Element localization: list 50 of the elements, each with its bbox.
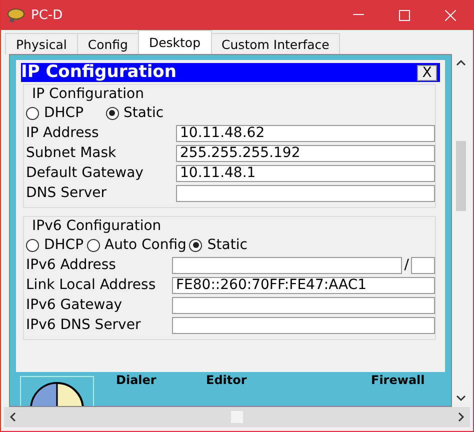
- field-label: Default Gateway: [26, 165, 144, 181]
- field-label: Link Local Address: [26, 277, 157, 293]
- chevron-down-icon[interactable]: [456, 393, 466, 403]
- radio-option[interactable]: Auto Config: [86, 237, 186, 253]
- radio-button[interactable]: [189, 238, 202, 252]
- radio-button[interactable]: [86, 238, 100, 252]
- group-title: IP Configuration: [32, 85, 145, 103]
- tab[interactable]: Custom Interface: [210, 33, 340, 54]
- radio-option[interactable]: Static: [189, 237, 248, 253]
- chevron-right-icon[interactable]: [456, 412, 466, 422]
- chevron-left-icon[interactable]: [8, 412, 18, 422]
- maximize-icon: [398, 10, 410, 20]
- app-label[interactable]: Dialer: [116, 373, 156, 387]
- prefix-separator: /: [404, 257, 409, 273]
- field-label: IP Address: [26, 125, 100, 141]
- tab[interactable]: Physical: [5, 33, 78, 54]
- close-button[interactable]: X: [417, 64, 437, 80]
- input-field[interactable]: [172, 316, 435, 334]
- input-field[interactable]: 255.255.255.192: [176, 144, 435, 162]
- tab[interactable]: Config: [76, 33, 139, 54]
- field-label: DNS Server: [26, 185, 108, 201]
- radio-button[interactable]: [26, 106, 39, 120]
- input-field[interactable]: [176, 184, 435, 202]
- app-icon: [7, 7, 25, 23]
- input-field[interactable]: 10.11.48.1: [176, 164, 435, 182]
- minimize-icon: [352, 14, 364, 16]
- radio-button[interactable]: [106, 106, 119, 120]
- horizontal-scrollbar[interactable]: [4, 407, 470, 427]
- group-title: IPv6 Configuration: [32, 217, 162, 235]
- input-field[interactable]: [172, 256, 402, 274]
- radio-option[interactable]: DHCP: [26, 237, 84, 253]
- scrollbar-thumb[interactable]: [456, 140, 466, 210]
- window-title: PC-D: [31, 8, 64, 22]
- prefix-field[interactable]: [411, 256, 435, 274]
- field-label: IPv6 DNS Server: [26, 317, 142, 333]
- radio-option[interactable]: Static: [106, 105, 164, 121]
- field-label: IPv6 Gateway: [26, 297, 124, 313]
- close-icon: [444, 10, 456, 20]
- app-label[interactable]: Firewall: [371, 373, 425, 387]
- input-field[interactable]: 10.11.48.62: [176, 124, 435, 142]
- input-field[interactable]: FE80::260:70FF:FE47:AAC1: [172, 276, 435, 294]
- app-label[interactable]: Editor: [206, 373, 247, 387]
- radio-option[interactable]: DHCP: [26, 105, 84, 121]
- field-label: IPv6 Address: [26, 257, 117, 273]
- radio-button[interactable]: [26, 238, 39, 252]
- field-label: Subnet Mask: [26, 145, 118, 161]
- input-field[interactable]: [172, 296, 435, 314]
- tab[interactable]: Desktop: [138, 30, 212, 54]
- chevron-up-icon[interactable]: [456, 58, 466, 68]
- dialog-title: IP Configuration: [21, 63, 176, 82]
